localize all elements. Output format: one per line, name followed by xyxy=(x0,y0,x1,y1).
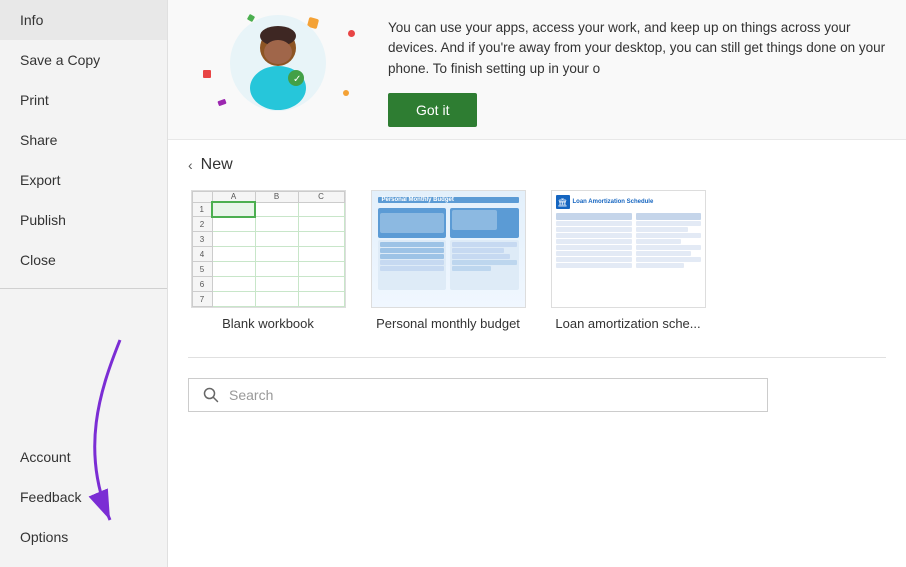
banner-text-area: You can use your apps, access your work,… xyxy=(388,10,886,127)
sidebar-item-account[interactable]: Account xyxy=(0,437,167,477)
sidebar-item-options[interactable]: Options xyxy=(0,517,167,557)
template-blank-workbook[interactable]: A B C 1 xyxy=(188,190,348,331)
templates-row: A B C 1 xyxy=(188,190,886,331)
loan-amortization-thumb: 🏛 Loan Amortization Schedule xyxy=(551,190,706,308)
template-personal-budget[interactable]: Personal Monthly Budget xyxy=(368,190,528,331)
new-section-header: ‹ New xyxy=(188,156,886,174)
sidebar-item-close[interactable]: Close xyxy=(0,240,167,280)
banner-area: ✓ You can use your apps, access your wor… xyxy=(168,0,906,140)
search-icon xyxy=(203,387,219,403)
personal-budget-label: Personal monthly budget xyxy=(376,316,520,331)
svg-text:✓: ✓ xyxy=(293,74,301,85)
banner-description: You can use your apps, access your work,… xyxy=(388,18,886,79)
section-divider xyxy=(188,357,886,358)
confetti-dot xyxy=(343,90,349,96)
sidebar-item-print[interactable]: Print xyxy=(0,80,167,120)
personal-budget-thumb: Personal Monthly Budget xyxy=(371,190,526,308)
banner-illustration: ✓ xyxy=(188,10,368,120)
sidebar-item-publish[interactable]: Publish xyxy=(0,200,167,240)
confetti-dot xyxy=(203,70,211,78)
loan-amortization-label: Loan amortization sche... xyxy=(555,316,700,331)
main-content: ✓ You can use your apps, access your wor… xyxy=(168,0,906,567)
sidebar-divider xyxy=(0,288,167,289)
sidebar-bottom: Account Feedback Options xyxy=(0,437,167,567)
blank-workbook-thumb: A B C 1 xyxy=(191,190,346,308)
search-placeholder: Search xyxy=(229,387,273,403)
chevron-down-icon[interactable]: ‹ xyxy=(188,157,193,173)
sidebar-item-share[interactable]: Share xyxy=(0,120,167,160)
sidebar-item-export[interactable]: Export xyxy=(0,160,167,200)
got-it-button[interactable]: Got it xyxy=(388,93,477,127)
person-illustration: ✓ xyxy=(228,10,328,118)
sidebar-nav: Info Save a Copy Print Share Export Publ… xyxy=(0,0,167,567)
sidebar: Info Save a Copy Print Share Export Publ… xyxy=(0,0,168,567)
new-section: ‹ New A B C xyxy=(168,140,906,347)
sidebar-item-info[interactable]: Info xyxy=(0,0,167,40)
search-bar[interactable]: Search xyxy=(188,378,768,412)
confetti-dot xyxy=(348,30,355,37)
sidebar-item-feedback[interactable]: Feedback xyxy=(0,477,167,517)
confetti-dot xyxy=(217,99,226,106)
sidebar-item-save-copy[interactable]: Save a Copy xyxy=(0,40,167,80)
new-section-label: New xyxy=(201,156,233,174)
blank-workbook-label: Blank workbook xyxy=(222,316,314,331)
search-container: Search xyxy=(168,368,906,422)
template-loan-amortization[interactable]: 🏛 Loan Amortization Schedule xyxy=(548,190,708,331)
